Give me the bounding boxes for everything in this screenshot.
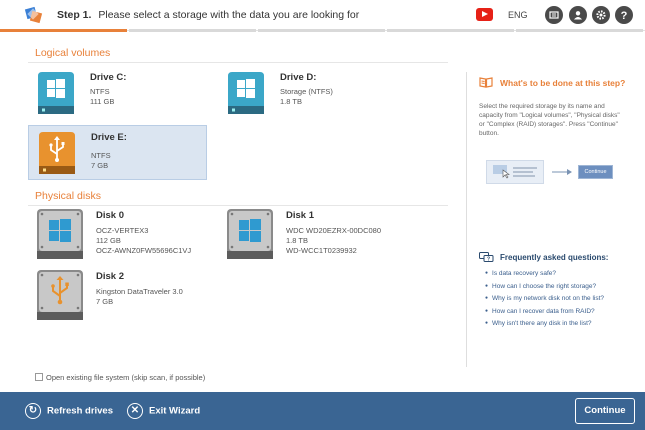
disk-2[interactable]: Disk 2 Kingston DataTraveler 3.0 7 GB [28,268,218,328]
close-icon: ✕ [127,403,143,419]
help-icon: ? [621,10,628,21]
disk-0[interactable]: Disk 0 OCZ-VERTEX3 112 GB OCZ-AWNZ0FW556… [28,207,218,267]
open-fs-label: Open existing file system (skip scan, if… [46,373,206,382]
step-text: Please select a storage with the data yo… [98,9,360,21]
media-icon [549,11,559,19]
disk-serial: WD-WCC1T0239932 [286,246,357,255]
step-title: Step 1. Please select a storage with the… [57,9,359,21]
progress-step-3 [258,29,385,32]
windows-drive-icon [228,72,264,114]
bullet-icon: ● [485,320,489,326]
faq-link[interactable]: ● Why is my network disk not on the list? [485,292,604,305]
svg-text:?: ? [621,10,628,21]
arrow-right-icon [552,169,572,175]
progress-step-4 [387,29,514,32]
drive-size: 7 GB [91,161,109,170]
disk-name: Disk 0 [96,210,124,221]
help-panel: What's to be done at this step? Select t… [466,72,632,367]
disk-name: Disk 1 [286,210,314,221]
usb-drive-icon [39,132,75,174]
disk-1[interactable]: Disk 1 WDC WD20EZRX-00DC080 1.8 TB WD-WC… [218,207,408,267]
open-fs-checkbox[interactable] [35,373,43,381]
progress-step-2 [129,29,256,32]
refresh-label: Refresh drives [47,405,114,417]
language-selector[interactable]: ENG [508,10,528,20]
disk-serial: OCZ-AWNZ0FW55696C1VJ [96,246,192,255]
disk-size: 7 GB [96,297,114,306]
faq-chat-icon: ? [479,252,494,263]
help-button[interactable]: ? [615,6,633,24]
continue-button[interactable]: Continue [575,398,635,424]
account-icon [574,11,582,20]
disk-model: Kingston DataTraveler 3.0 [96,287,183,296]
wizard-progress [0,29,645,32]
faq-link[interactable]: ● How can I choose the right storage? [485,280,604,293]
faq-link[interactable]: ● How can I recover data from RAID? [485,305,604,318]
drive-filesystem: NTFS [90,87,110,96]
faq-link[interactable]: ● Why isn't there any disk in the list? [485,317,604,330]
progress-step-1 [0,29,127,32]
drive-filesystem: NTFS [91,151,111,160]
disk-size: 112 GB [96,236,121,245]
divider [28,62,448,63]
progress-step-5 [516,29,643,32]
book-icon [479,77,493,88]
physical-disks-title: Physical disks [35,190,101,202]
windows-drive-icon [38,72,74,114]
disk-name: Disk 2 [96,271,124,282]
step-label: Step 1. [57,9,92,21]
faq-title: Frequently asked questions: [500,253,609,262]
bullet-icon: ● [485,295,489,301]
drive-d[interactable]: Drive D: Storage (NTFS) 1.8 TB [218,66,396,121]
drive-size: 111 GB [90,97,115,106]
drive-name: Drive E: [91,132,127,143]
bullet-icon: ● [485,282,489,289]
cursor-icon [502,169,510,179]
svg-text:?: ? [487,257,490,263]
drive-name: Drive C: [90,72,127,83]
disk-size: 1.8 TB [286,236,308,245]
settings-button[interactable] [592,6,610,24]
app-logo-icon [24,6,43,24]
divider [28,205,448,206]
disk-model: OCZ-VERTEX3 [96,226,149,235]
faq-link[interactable]: ● Is data recovery safe? [485,267,604,280]
illustration-storage-list [486,160,544,184]
account-button[interactable] [569,6,587,24]
media-button[interactable] [545,6,563,24]
footer-bar: ↻ Refresh drives ✕ Exit Wizard Continue [0,392,645,430]
illustration-continue-button: Continue [578,165,613,179]
help-title: What's to be done at this step? [500,78,626,88]
disk-model: WDC WD20EZRX-00DC080 [286,226,382,235]
refresh-icon: ↻ [25,403,41,419]
exit-label: Exit Wizard [149,405,201,417]
logical-volumes-title: Logical volumes [35,47,111,59]
drive-name: Drive D: [280,72,317,83]
bullet-icon: ● [485,307,489,314]
windows-disk-icon [227,209,273,259]
drive-size: 1.8 TB [280,97,302,106]
usb-disk-icon [37,270,83,320]
drive-c[interactable]: Drive C: NTFS 111 GB [28,66,206,121]
drive-e[interactable]: Drive E: NTFS 7 GB [28,125,207,180]
settings-icon [596,10,606,20]
refresh-drives-button[interactable]: ↻ Refresh drives [25,403,113,419]
faq-list: ● Is data recovery safe? ● How can I choos… [485,267,604,330]
bullet-icon: ● [485,270,489,276]
exit-wizard-button[interactable]: ✕ Exit Wizard [127,403,200,419]
header: Step 1. Please select a storage with the… [0,0,645,31]
open-fs-option[interactable]: Open existing file system (skip scan, if… [35,373,205,382]
help-text: Select the required storage by its name … [479,103,620,137]
drive-filesystem: Storage (NTFS) [280,87,333,96]
youtube-icon[interactable] [476,8,493,21]
windows-disk-icon [37,209,83,259]
